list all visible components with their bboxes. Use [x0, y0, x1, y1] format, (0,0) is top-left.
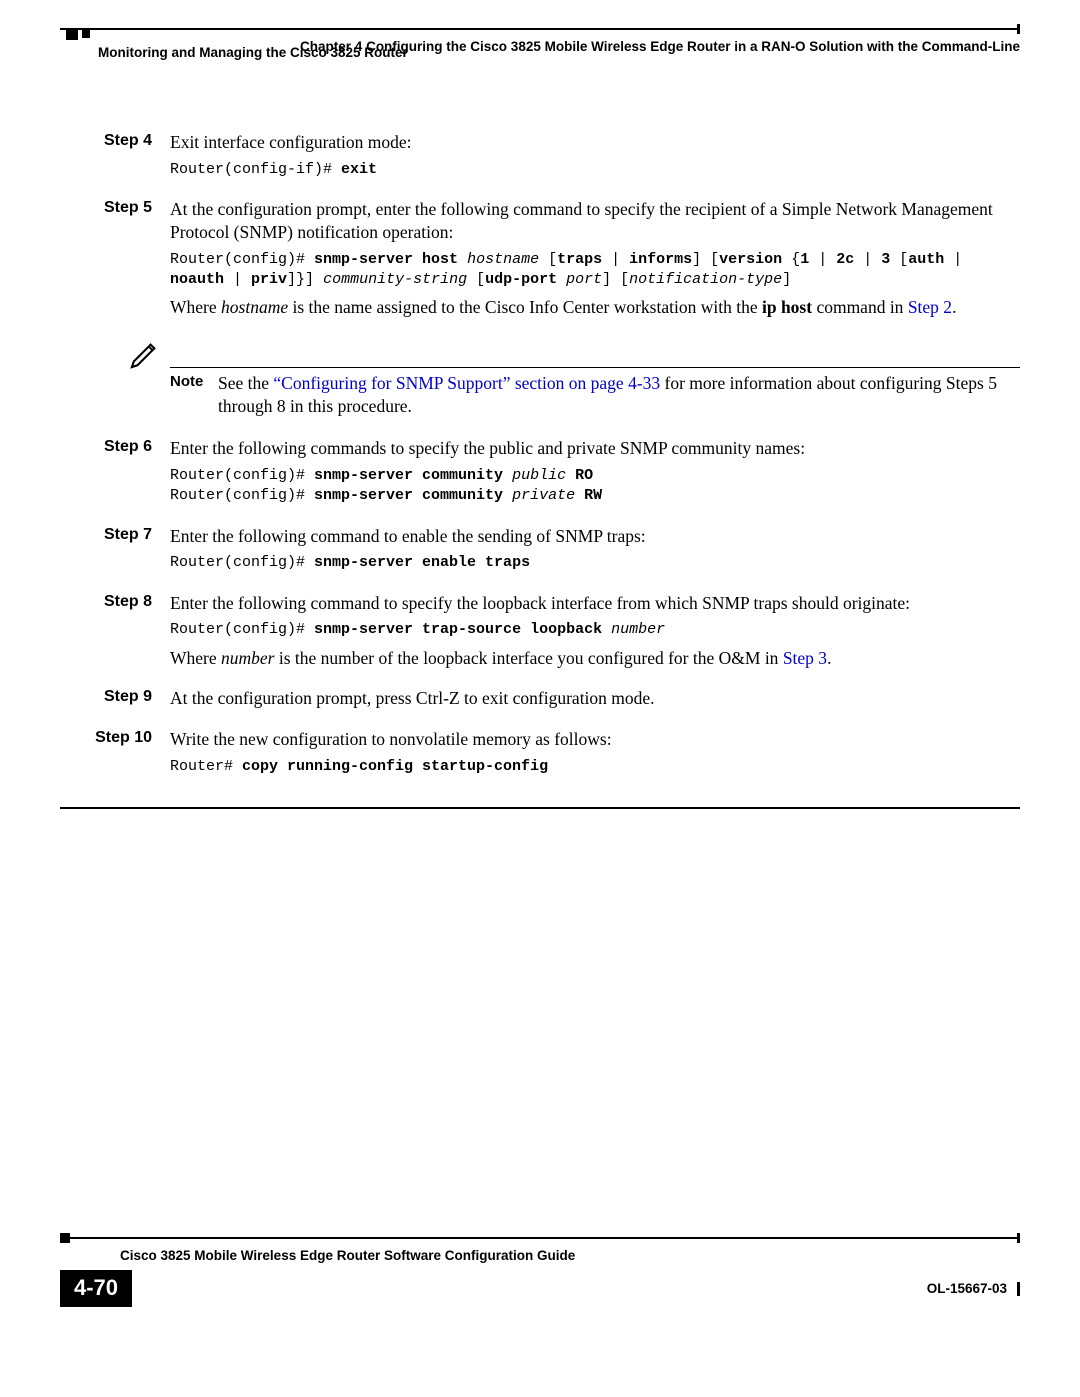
step-4: Step 4 Exit interface configuration mode…: [60, 131, 1020, 186]
step-10-code: Router# copy running-config startup-conf…: [170, 757, 1020, 777]
page-content: Step 4 Exit interface configuration mode…: [60, 131, 1020, 783]
step-5-code: Router(config)# snmp-server host hostnam…: [170, 250, 1020, 291]
note-block: Note See the “Configuring for SNMP Suppo…: [60, 339, 1020, 418]
footer-guide-title: Cisco 3825 Mobile Wireless Edge Router S…: [120, 1247, 1020, 1265]
step-8: Step 8 Enter the following command to sp…: [60, 592, 1020, 676]
step-8-code: Router(config)# snmp-server trap-source …: [170, 620, 1020, 640]
step-10: Step 10 Write the new configuration to n…: [60, 728, 1020, 783]
step-5-label: Step 5: [60, 198, 170, 325]
step-10-text: Write the new configuration to nonvolati…: [170, 728, 1020, 751]
step-7-text: Enter the following command to enable th…: [170, 525, 1020, 548]
footer-doc-id: OL-15667-03: [927, 1280, 1013, 1298]
step-7: Step 7 Enter the following command to en…: [60, 525, 1020, 580]
page-footer: Cisco 3825 Mobile Wireless Edge Router S…: [20, 1237, 1060, 1307]
step-4-text: Exit interface configuration mode:: [170, 131, 1020, 154]
step-5-after: Where hostname is the name assigned to t…: [170, 296, 1020, 319]
step-8-after: Where number is the number of the loopba…: [170, 647, 1020, 670]
pencil-icon: [130, 339, 160, 369]
step-9-label: Step 9: [60, 687, 170, 716]
step-2-link[interactable]: Step 2: [908, 297, 952, 317]
step-7-code: Router(config)# snmp-server enable traps: [170, 553, 1020, 573]
step-4-code: Router(config-if)# exit: [170, 160, 1020, 180]
step-4-label: Step 4: [60, 131, 170, 186]
section-end-rule: [60, 807, 1020, 809]
step-5-text: At the configuration prompt, enter the f…: [170, 198, 1020, 244]
step-10-label: Step 10: [60, 728, 170, 783]
footer-square-icon: [60, 1233, 70, 1243]
step-6-text: Enter the following commands to specify …: [170, 437, 1020, 460]
header-square-small-icon: [82, 30, 90, 38]
step-6-code: Router(config)# snmp-server community pu…: [170, 466, 1020, 507]
step-8-text: Enter the following command to specify t…: [170, 592, 1020, 615]
page-number-badge: 4-70: [60, 1270, 132, 1307]
note-text: See the “Configuring for SNMP Support” s…: [218, 372, 1020, 418]
step-9-text: At the configuration prompt, press Ctrl-…: [170, 687, 1020, 710]
step-6: Step 6 Enter the following commands to s…: [60, 437, 1020, 512]
step-5: Step 5 At the configuration prompt, ente…: [60, 198, 1020, 325]
header-square-icon: [66, 28, 78, 40]
step-9: Step 9 At the configuration prompt, pres…: [60, 687, 1020, 716]
step-7-label: Step 7: [60, 525, 170, 580]
note-label: Note: [170, 373, 203, 390]
snmp-support-link[interactable]: “Configuring for SNMP Support” section o…: [273, 373, 660, 393]
step-3-link[interactable]: Step 3: [783, 648, 827, 668]
step-8-label: Step 8: [60, 592, 170, 676]
step-6-label: Step 6: [60, 437, 170, 512]
